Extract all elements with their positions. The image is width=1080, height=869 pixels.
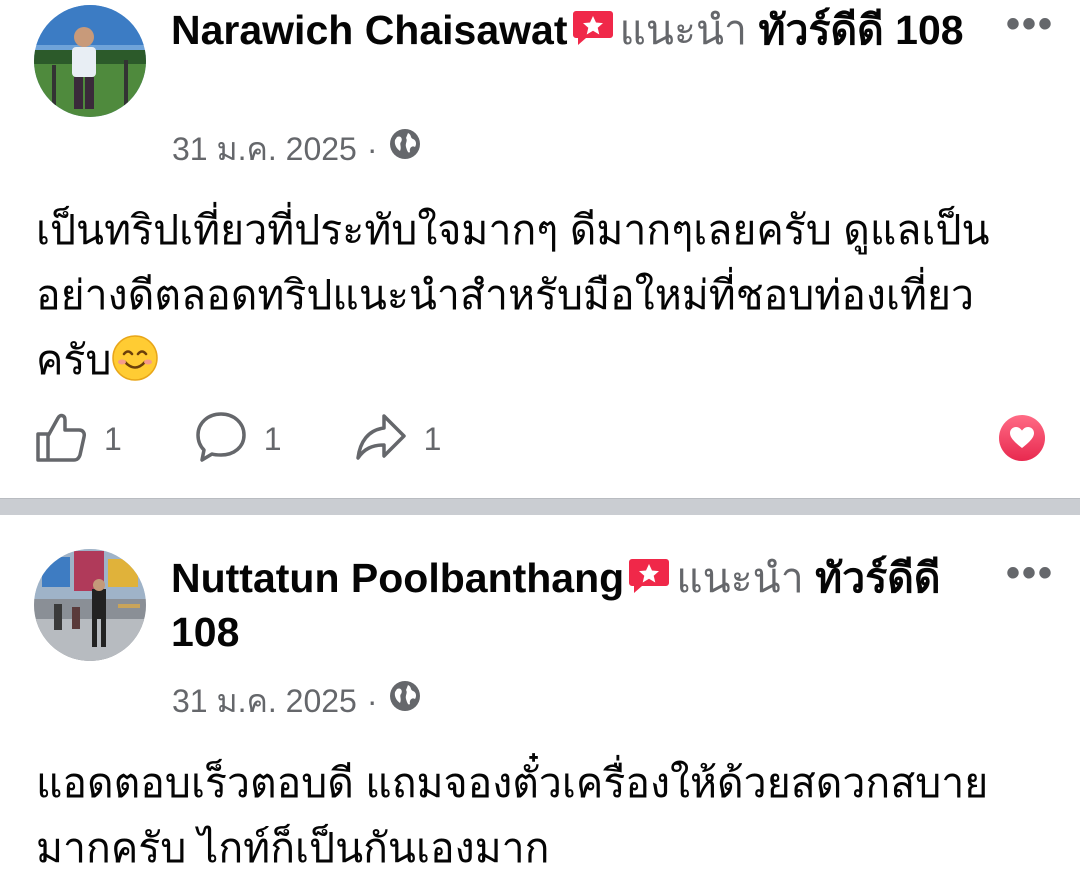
- share-count: 1: [423, 420, 442, 457]
- more-options-button[interactable]: •••: [1006, 553, 1054, 593]
- comment-count: 1: [263, 420, 282, 457]
- globe-icon: [388, 679, 422, 722]
- share-button[interactable]: 1: [354, 410, 442, 469]
- review-header: Narawich Chaisawat แนะนำ ทัวร์ดีดี 108: [171, 3, 971, 57]
- thumbs-up-icon: [34, 410, 88, 469]
- review-card: Nuttatun Poolbanthang แนะนำ ทัวร์ดีดี 108…: [0, 515, 1080, 869]
- comment-bubble-icon: [194, 410, 248, 469]
- avatar[interactable]: [34, 549, 146, 661]
- heart-reaction-icon[interactable]: [999, 415, 1045, 461]
- recommend-badge-icon: [628, 554, 670, 593]
- globe-icon: [388, 127, 422, 170]
- review-text: แอดตอบเร็วตอบดี แถมจองตั๋วเครื่องให้ด้วย…: [36, 751, 1040, 869]
- page-name-link[interactable]: ทัวร์ดีดี 108: [758, 7, 963, 53]
- comment-button[interactable]: 1: [194, 410, 282, 469]
- like-count: 1: [104, 420, 122, 457]
- review-body: แอดตอบเร็วตอบดี แถมจองตั๋วเครื่องให้ด้วย…: [36, 760, 989, 869]
- recommend-badge-icon: [572, 6, 614, 45]
- more-options-button[interactable]: •••: [1006, 4, 1054, 44]
- review-divider: [0, 498, 1080, 515]
- recommend-label: แนะนำ: [619, 7, 748, 53]
- review-body: เป็นทริปเที่ยวที่ประทับใจมากๆ ดีมากๆเลยค…: [36, 207, 990, 383]
- smiling-face-icon: [111, 334, 159, 382]
- review-text: เป็นทริปเที่ยวที่ประทับใจมากๆ ดีมากๆเลยค…: [36, 198, 1040, 393]
- recommend-label: แนะนำ: [676, 555, 804, 601]
- post-meta: 31 ม.ค. 2025 ·: [172, 679, 422, 722]
- review-card: Narawich Chaisawat แนะนำ ทัวร์ดีดี 108 ••…: [0, 0, 1080, 498]
- meta-separator: ·: [366, 130, 378, 167]
- post-date[interactable]: 31 ม.ค. 2025: [172, 129, 357, 169]
- review-header: Nuttatun Poolbanthang แนะนำ ทัวร์ดีดี 108: [171, 551, 971, 659]
- post-date[interactable]: 31 ม.ค. 2025: [172, 681, 357, 721]
- share-arrow-icon: [354, 410, 408, 469]
- meta-separator: ·: [366, 682, 378, 719]
- post-meta: 31 ม.ค. 2025 ·: [172, 127, 422, 170]
- avatar[interactable]: [34, 5, 146, 117]
- author-name[interactable]: Narawich Chaisawat: [171, 7, 568, 53]
- like-button[interactable]: 1: [34, 410, 122, 469]
- author-name[interactable]: Nuttatun Poolbanthang: [171, 555, 624, 601]
- action-bar: 1 1 1: [34, 411, 513, 467]
